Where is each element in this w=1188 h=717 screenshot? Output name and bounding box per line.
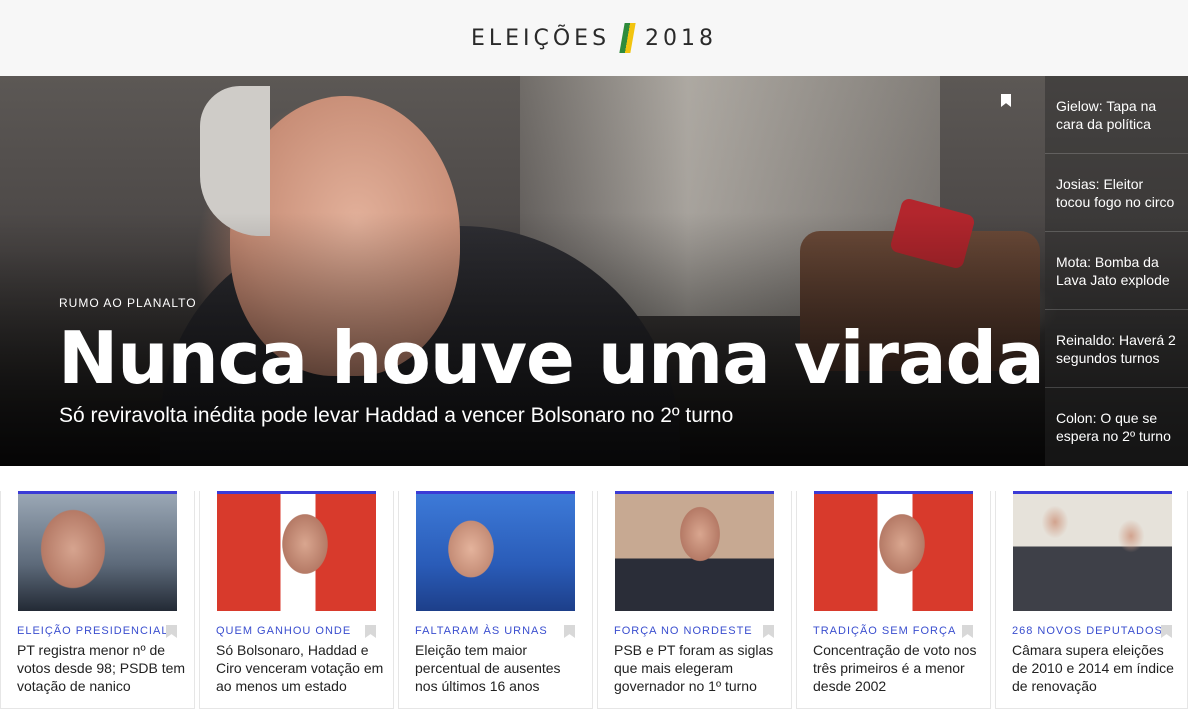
news-card[interactable]: FALTARAM ÀS URNAS Eleição tem maior perc… [398,491,593,709]
card-title[interactable]: PSB e PT foram as siglas que mais eleger… [614,641,784,695]
card-title[interactable]: Câmara supera eleições de 2010 e 2014 em… [1012,641,1182,695]
hero-feature[interactable]: RUMO AO PLANALTO Nunca houve uma virada … [0,76,1188,466]
brand-title-right: 2018 [645,25,718,51]
card-title[interactable]: Concentração de voto nos três primeiros … [813,641,983,695]
section-brand[interactable]: ELEIÇÕES 2018 [471,23,717,53]
card-label[interactable]: FALTARAM ÀS URNAS [415,625,548,637]
bookmark-icon[interactable] [1161,625,1172,638]
bookmark-icon[interactable] [365,625,376,638]
news-card[interactable]: TRADIÇÃO SEM FORÇA Concentração de voto … [796,491,991,709]
hero-headline[interactable]: Nunca houve uma virada [58,316,1045,400]
bookmark-icon[interactable] [564,625,575,638]
news-card-row: ELEIÇÃO PRESIDENCIAL PT registra menor n… [0,491,1188,717]
card-label[interactable]: TRADIÇÃO SEM FORÇA [813,625,956,637]
card-thumbnail[interactable] [217,491,376,611]
card-label[interactable]: QUEM GANHOU ONDE [216,625,351,637]
hero-subheadline[interactable]: Só reviravolta inédita pode levar Haddad… [59,404,733,428]
news-card[interactable]: 268 NOVOS DEPUTADOS Câmara supera eleiçõ… [995,491,1188,709]
card-label[interactable]: ELEIÇÃO PRESIDENCIAL [17,625,168,637]
news-card[interactable]: QUEM GANHOU ONDE Só Bolsonaro, Haddad e … [199,491,394,709]
bookmark-icon[interactable] [763,625,774,638]
card-title[interactable]: PT registra menor nº de votos desde 98; … [17,641,187,695]
card-thumbnail[interactable] [416,491,575,611]
card-title[interactable]: Eleição tem maior percentual de ausentes… [415,641,585,695]
card-label[interactable]: FORÇA NO NORDESTE [614,625,753,637]
opinion-sidebar: Gielow: Tapa na cara da política Josias:… [1045,76,1188,466]
bookmark-icon[interactable] [166,625,177,638]
site-header: ELEIÇÕES 2018 [0,0,1188,76]
card-title[interactable]: Só Bolsonaro, Haddad e Ciro venceram vot… [216,641,386,695]
card-thumbnail[interactable] [615,491,774,611]
flag-stripe-icon [619,23,636,53]
news-card[interactable]: ELEIÇÃO PRESIDENCIAL PT registra menor n… [0,491,195,709]
hero-kicker[interactable]: RUMO AO PLANALTO [59,296,197,310]
card-thumbnail[interactable] [18,491,177,611]
sidebar-item[interactable]: Josias: Eleitor tocou fogo no circo [1045,154,1188,232]
bookmark-icon[interactable] [962,625,973,638]
sidebar-item[interactable]: Reinaldo: Haverá 2 segundos turnos [1045,310,1188,388]
sidebar-item[interactable]: Mota: Bomba da Lava Jato explode [1045,232,1188,310]
card-label[interactable]: 268 NOVOS DEPUTADOS [1012,625,1163,637]
news-card[interactable]: FORÇA NO NORDESTE PSB e PT foram as sigl… [597,491,792,709]
sidebar-item[interactable]: Colon: O que se espera no 2º turno [1045,388,1188,466]
brand-title-left: ELEIÇÕES [470,25,611,51]
card-thumbnail[interactable] [814,491,973,611]
sidebar-item[interactable]: Gielow: Tapa na cara da política [1045,76,1188,154]
card-thumbnail[interactable] [1013,491,1172,611]
